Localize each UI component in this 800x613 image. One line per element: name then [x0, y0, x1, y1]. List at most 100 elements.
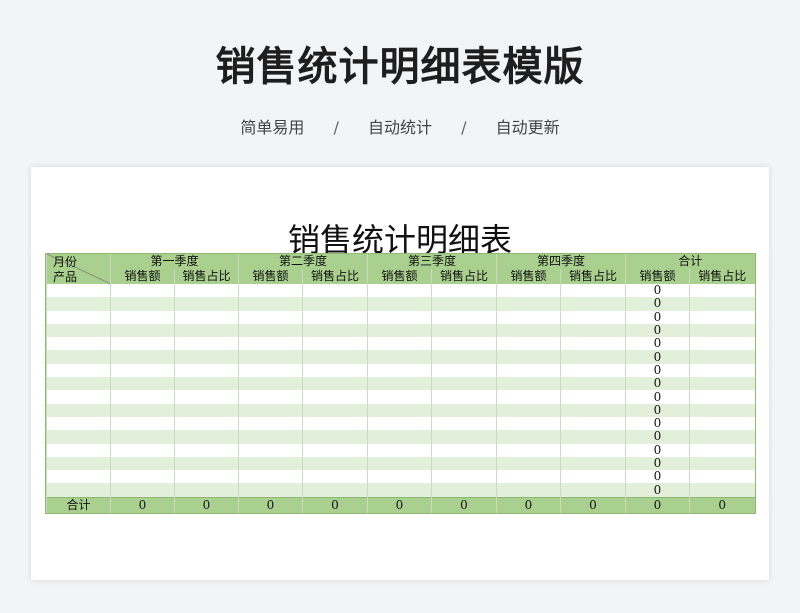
sales-cell[interactable]	[110, 377, 175, 391]
total-sales-cell[interactable]: 0	[625, 416, 690, 431]
ratio-cell[interactable]	[431, 443, 497, 457]
sales-cell[interactable]	[496, 430, 561, 444]
product-cell[interactable]	[46, 323, 111, 338]
ratio-cell[interactable]	[302, 350, 368, 364]
product-cell[interactable]	[46, 390, 111, 404]
ratio-cell[interactable]	[560, 323, 626, 338]
ratio-cell[interactable]	[431, 390, 497, 404]
total-ratio-cell[interactable]	[689, 443, 755, 457]
ratio-cell[interactable]	[431, 363, 497, 378]
ratio-cell[interactable]	[302, 456, 368, 471]
sales-cell[interactable]	[496, 297, 561, 311]
total-ratio-cell[interactable]	[689, 390, 755, 404]
sales-cell[interactable]	[238, 377, 303, 391]
ratio-cell[interactable]	[302, 310, 368, 324]
ratio-cell[interactable]	[431, 403, 497, 417]
ratio-cell[interactable]	[560, 310, 626, 324]
ratio-cell[interactable]	[174, 483, 239, 498]
ratio-cell[interactable]	[431, 284, 497, 298]
product-cell[interactable]	[46, 430, 111, 444]
sales-cell[interactable]	[110, 323, 175, 338]
total-ratio-cell[interactable]	[689, 403, 755, 417]
ratio-cell[interactable]	[431, 470, 497, 484]
total-sales-cell[interactable]: 0	[625, 377, 690, 391]
ratio-cell[interactable]	[431, 456, 497, 471]
ratio-cell[interactable]	[431, 337, 497, 351]
total-ratio-cell[interactable]	[689, 377, 755, 391]
sales-cell[interactable]	[367, 310, 432, 324]
product-cell[interactable]	[46, 310, 111, 324]
total-cell[interactable]: 0	[431, 496, 497, 513]
ratio-cell[interactable]	[560, 403, 626, 417]
ratio-cell[interactable]	[560, 297, 626, 311]
sales-cell[interactable]	[238, 430, 303, 444]
sales-cell[interactable]	[238, 456, 303, 471]
sales-cell[interactable]	[367, 403, 432, 417]
ratio-cell[interactable]	[560, 363, 626, 378]
sales-cell[interactable]	[367, 470, 432, 484]
total-sales-cell[interactable]: 0	[625, 390, 690, 404]
ratio-cell[interactable]	[174, 310, 239, 324]
ratio-cell[interactable]	[302, 403, 368, 417]
sales-cell[interactable]	[367, 443, 432, 457]
product-cell[interactable]	[46, 443, 111, 457]
ratio-cell[interactable]	[302, 483, 368, 498]
sales-cell[interactable]	[496, 403, 561, 417]
ratio-cell[interactable]	[431, 350, 497, 364]
sales-cell[interactable]	[496, 284, 561, 298]
ratio-cell[interactable]	[431, 416, 497, 431]
sales-cell[interactable]	[110, 470, 175, 484]
ratio-cell[interactable]	[560, 443, 626, 457]
total-sales-cell[interactable]: 0	[625, 456, 690, 471]
sales-cell[interactable]	[238, 483, 303, 498]
sales-cell[interactable]	[238, 470, 303, 484]
sales-cell[interactable]	[238, 323, 303, 338]
total-ratio-cell[interactable]	[689, 363, 755, 378]
sales-cell[interactable]	[496, 363, 561, 378]
total-sales-cell[interactable]: 0	[625, 483, 690, 498]
sales-cell[interactable]	[110, 483, 175, 498]
sales-cell[interactable]	[367, 297, 432, 311]
total-sales-cell[interactable]: 0	[625, 323, 690, 338]
sales-cell[interactable]	[110, 403, 175, 417]
sales-cell[interactable]	[367, 430, 432, 444]
ratio-cell[interactable]	[174, 470, 239, 484]
total-cell[interactable]: 0	[560, 496, 626, 513]
ratio-cell[interactable]	[302, 363, 368, 378]
sales-cell[interactable]	[238, 350, 303, 364]
sales-cell[interactable]	[367, 363, 432, 378]
total-ratio-cell[interactable]	[689, 416, 755, 431]
sales-cell[interactable]	[238, 390, 303, 404]
total-ratio-cell[interactable]	[689, 456, 755, 471]
ratio-cell[interactable]	[302, 377, 368, 391]
total-ratio-cell[interactable]	[689, 483, 755, 498]
sales-cell[interactable]	[367, 377, 432, 391]
ratio-cell[interactable]	[560, 337, 626, 351]
ratio-cell[interactable]	[431, 377, 497, 391]
total-cell[interactable]: 0	[302, 496, 368, 513]
sales-cell[interactable]	[496, 470, 561, 484]
ratio-cell[interactable]	[174, 416, 239, 431]
ratio-cell[interactable]	[302, 297, 368, 311]
product-cell[interactable]	[46, 337, 111, 351]
product-cell[interactable]	[46, 297, 111, 311]
ratio-cell[interactable]	[560, 416, 626, 431]
sales-cell[interactable]	[367, 337, 432, 351]
ratio-cell[interactable]	[174, 443, 239, 457]
total-sales-cell[interactable]: 0	[625, 297, 690, 311]
sales-cell[interactable]	[496, 456, 561, 471]
total-sales-cell[interactable]: 0	[625, 350, 690, 364]
ratio-cell[interactable]	[560, 390, 626, 404]
product-cell[interactable]	[46, 363, 111, 378]
sales-cell[interactable]	[110, 337, 175, 351]
sales-cell[interactable]	[110, 350, 175, 364]
total-cell[interactable]: 0	[625, 496, 690, 513]
ratio-cell[interactable]	[560, 430, 626, 444]
total-cell[interactable]: 0	[496, 496, 561, 513]
sales-cell[interactable]	[496, 323, 561, 338]
ratio-cell[interactable]	[174, 363, 239, 378]
ratio-cell[interactable]	[174, 323, 239, 338]
ratio-cell[interactable]	[174, 297, 239, 311]
ratio-cell[interactable]	[431, 483, 497, 498]
ratio-cell[interactable]	[174, 390, 239, 404]
